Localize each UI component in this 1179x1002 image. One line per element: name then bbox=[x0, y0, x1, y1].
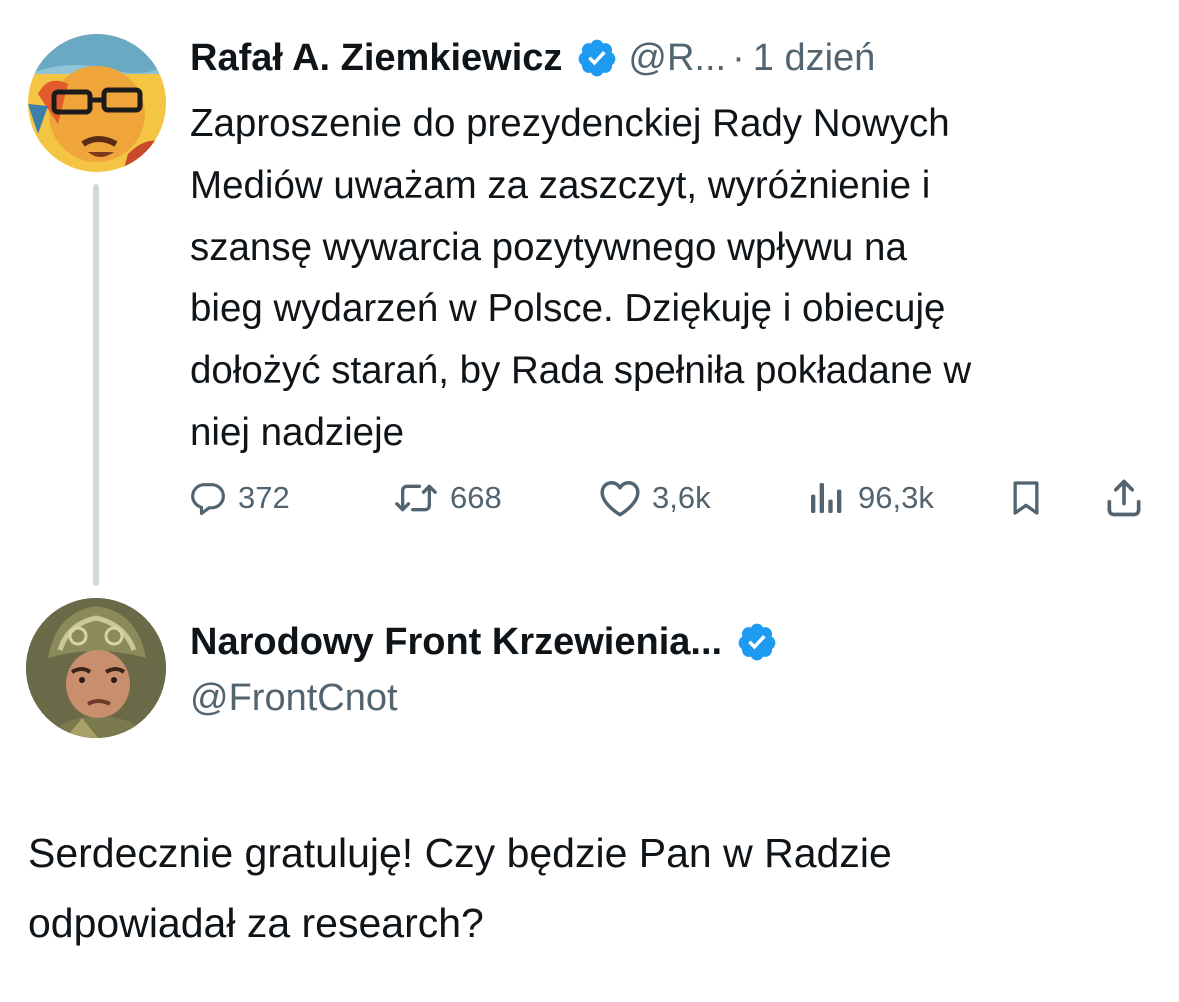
tweet-text-line: Mediów uważam za zaszczyt, wyróżnienie i bbox=[190, 163, 931, 207]
share-icon bbox=[1107, 479, 1141, 517]
bookmark-button[interactable] bbox=[1006, 470, 1046, 526]
repost-button[interactable]: 668 bbox=[392, 470, 502, 526]
reply-button[interactable]: 372 bbox=[188, 470, 290, 526]
reply-text: Serdecznie gratuluję! Czy będzie Pan w R… bbox=[28, 818, 1158, 958]
heart-icon bbox=[600, 481, 640, 517]
repost-icon bbox=[395, 484, 437, 512]
share-button[interactable] bbox=[1102, 470, 1146, 526]
reply-author-handle[interactable]: @FrontCnot bbox=[190, 670, 398, 726]
author-avatar[interactable] bbox=[28, 34, 166, 172]
views-count: 96,3k bbox=[858, 480, 934, 515]
tweet-text: Zaproszenie do prezydenckiej Rady Nowych… bbox=[190, 93, 1150, 464]
tweet-timestamp[interactable]: 1 dzień bbox=[753, 30, 876, 86]
tweet-text-line: niej nadzieje bbox=[190, 410, 405, 454]
views-chart-icon bbox=[811, 483, 842, 513]
tweet-text-line: szansę wywarcia pozytywnego wpływu na bbox=[190, 225, 907, 269]
reply-author-avatar[interactable] bbox=[26, 598, 166, 738]
like-button[interactable]: 3,6k bbox=[598, 470, 711, 526]
views-button[interactable]: 96,3k bbox=[804, 470, 934, 526]
tweet-header: Rafał A. Ziemkiewicz @R... · 1 dzień bbox=[190, 30, 875, 86]
author-handle[interactable]: @R... bbox=[628, 30, 726, 86]
reply-text-line: odpowiadał za research? bbox=[28, 900, 484, 946]
verified-badge-icon bbox=[576, 37, 618, 79]
tweet-text-line: dołożyć starań, by Rada spełniła pokłada… bbox=[190, 349, 972, 393]
reply-text-line: Serdecznie gratuluję! Czy będzie Pan w R… bbox=[28, 830, 892, 876]
like-count: 3,6k bbox=[652, 480, 711, 515]
header-separator: · bbox=[732, 37, 745, 79]
thread-connector-line bbox=[93, 184, 99, 586]
tweet-text-line: bieg wydarzeń w Polsce. Dziękuję i obiec… bbox=[190, 287, 946, 331]
reply-author-name[interactable]: Narodowy Front Krzewienia... bbox=[190, 621, 722, 664]
tweet-text-line: Zaproszenie do prezydenckiej Rady Nowych bbox=[190, 102, 950, 145]
author-name[interactable]: Rafał A. Ziemkiewicz bbox=[190, 30, 562, 86]
tweet-action-bar: 372 668 3,6k 96,3k bbox=[188, 470, 1150, 526]
reply-count: 372 bbox=[238, 480, 290, 515]
bookmark-icon bbox=[1013, 481, 1039, 515]
reply-header: Narodowy Front Krzewienia... bbox=[190, 612, 788, 672]
reply-icon bbox=[191, 483, 225, 516]
repost-count: 668 bbox=[450, 480, 502, 515]
verified-badge-icon bbox=[736, 621, 778, 663]
